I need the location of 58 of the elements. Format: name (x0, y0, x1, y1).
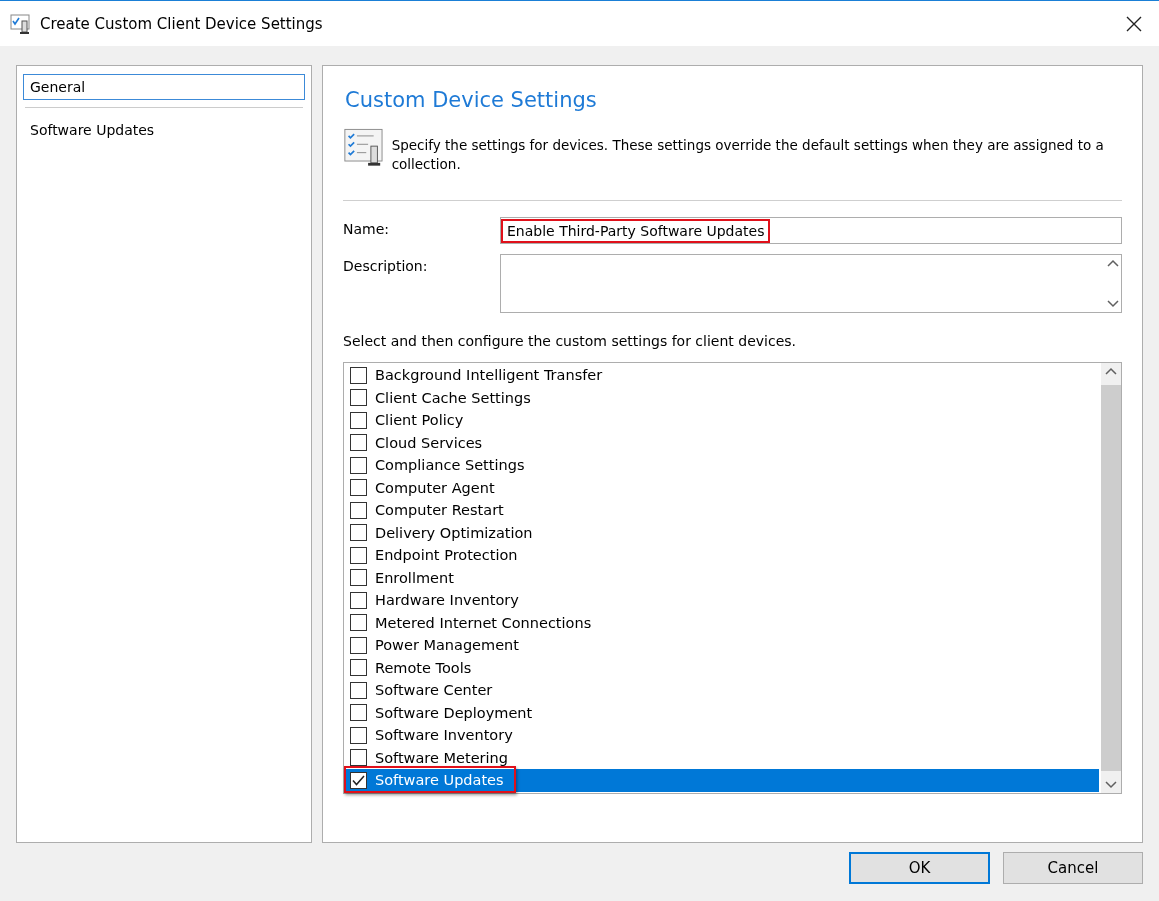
settings-list-item[interactable]: Hardware Inventory (344, 589, 1099, 612)
checkbox[interactable] (350, 546, 367, 564)
checkbox[interactable] (350, 659, 367, 677)
settings-list-item[interactable]: Remote Tools (344, 656, 1099, 679)
checkbox[interactable] (350, 636, 367, 654)
intro-text: Specify the settings for devices. These settings override the default settings when they are assigned to a collection. (391, 136, 1105, 174)
checkbox[interactable] (350, 501, 367, 519)
name-value: Enable Third-Party Software Updates (501, 218, 771, 243)
checkbox[interactable] (350, 614, 367, 632)
settings-list-item[interactable]: Software Updates (344, 769, 1099, 792)
settings-list-item[interactable]: Metered Internet Connections (344, 611, 1099, 634)
cancel-button[interactable]: Cancel (1003, 852, 1143, 884)
settings-list-item[interactable]: Client Cache Settings (344, 386, 1099, 409)
scroll-down-icon[interactable] (1106, 300, 1119, 308)
checkbox[interactable] (350, 726, 367, 744)
settings-list-item[interactable]: Delivery Optimization (344, 521, 1099, 544)
name-field[interactable]: Enable Third-Party Software Updates (500, 217, 1122, 244)
checkbox[interactable] (350, 366, 367, 384)
settings-list-item[interactable]: Software Deployment (344, 701, 1099, 724)
scrollbar[interactable] (1101, 363, 1121, 793)
checkbox[interactable] (350, 591, 367, 609)
window-title: Create Custom Client Device Settings (40, 14, 324, 33)
settings-list-item[interactable]: Cloud Services (344, 431, 1099, 454)
navigation-item[interactable]: General (23, 74, 305, 100)
checkbox[interactable] (350, 569, 367, 587)
checkbox[interactable] (350, 389, 367, 407)
settings-list-item[interactable]: Enrollment (344, 566, 1099, 589)
settings-list-item[interactable]: Software Center (344, 679, 1099, 702)
checkbox[interactable] (350, 411, 367, 429)
settings-list-item[interactable]: Background Intelligent Transfer (344, 364, 1099, 387)
settings-list-item[interactable]: Software Metering (344, 746, 1099, 769)
name-label: Name: (343, 220, 391, 237)
description-label: Description: (343, 257, 429, 274)
checkbox[interactable] (350, 749, 367, 767)
scroll-up-icon[interactable] (1106, 259, 1119, 267)
scroll-down-icon[interactable] (1105, 781, 1117, 789)
settings-list-item[interactable]: Computer Restart (344, 499, 1099, 522)
checkbox[interactable] (350, 456, 367, 474)
settings-list-item[interactable]: Power Management (344, 634, 1099, 657)
list-caption: Select and then configure the custom settings for client devices. (343, 333, 797, 349)
checkbox[interactable] (350, 704, 367, 722)
description-field[interactable] (500, 254, 1122, 313)
settings-window-icon (10, 12, 32, 35)
checkbox[interactable] (350, 434, 367, 452)
settings-list-item[interactable]: Client Policy (344, 409, 1099, 432)
checkbox[interactable] (350, 524, 367, 542)
close-icon[interactable] (1126, 15, 1142, 32)
checkbox[interactable] (350, 771, 367, 789)
scroll-up-icon[interactable] (1105, 367, 1117, 375)
settings-list-item[interactable]: Software Inventory (344, 724, 1099, 747)
ok-button[interactable]: OK (849, 852, 990, 884)
checkbox[interactable] (350, 479, 367, 497)
settings-list-item[interactable]: Computer Agent (344, 476, 1099, 499)
checkbox[interactable] (350, 681, 367, 699)
page-heading: Custom Device Settings (345, 88, 598, 112)
settings-list-item[interactable]: Endpoint Protection (344, 544, 1099, 567)
navigation-item[interactable]: Software Updates (23, 117, 305, 143)
settings-list-item[interactable]: Compliance Settings (344, 454, 1099, 477)
